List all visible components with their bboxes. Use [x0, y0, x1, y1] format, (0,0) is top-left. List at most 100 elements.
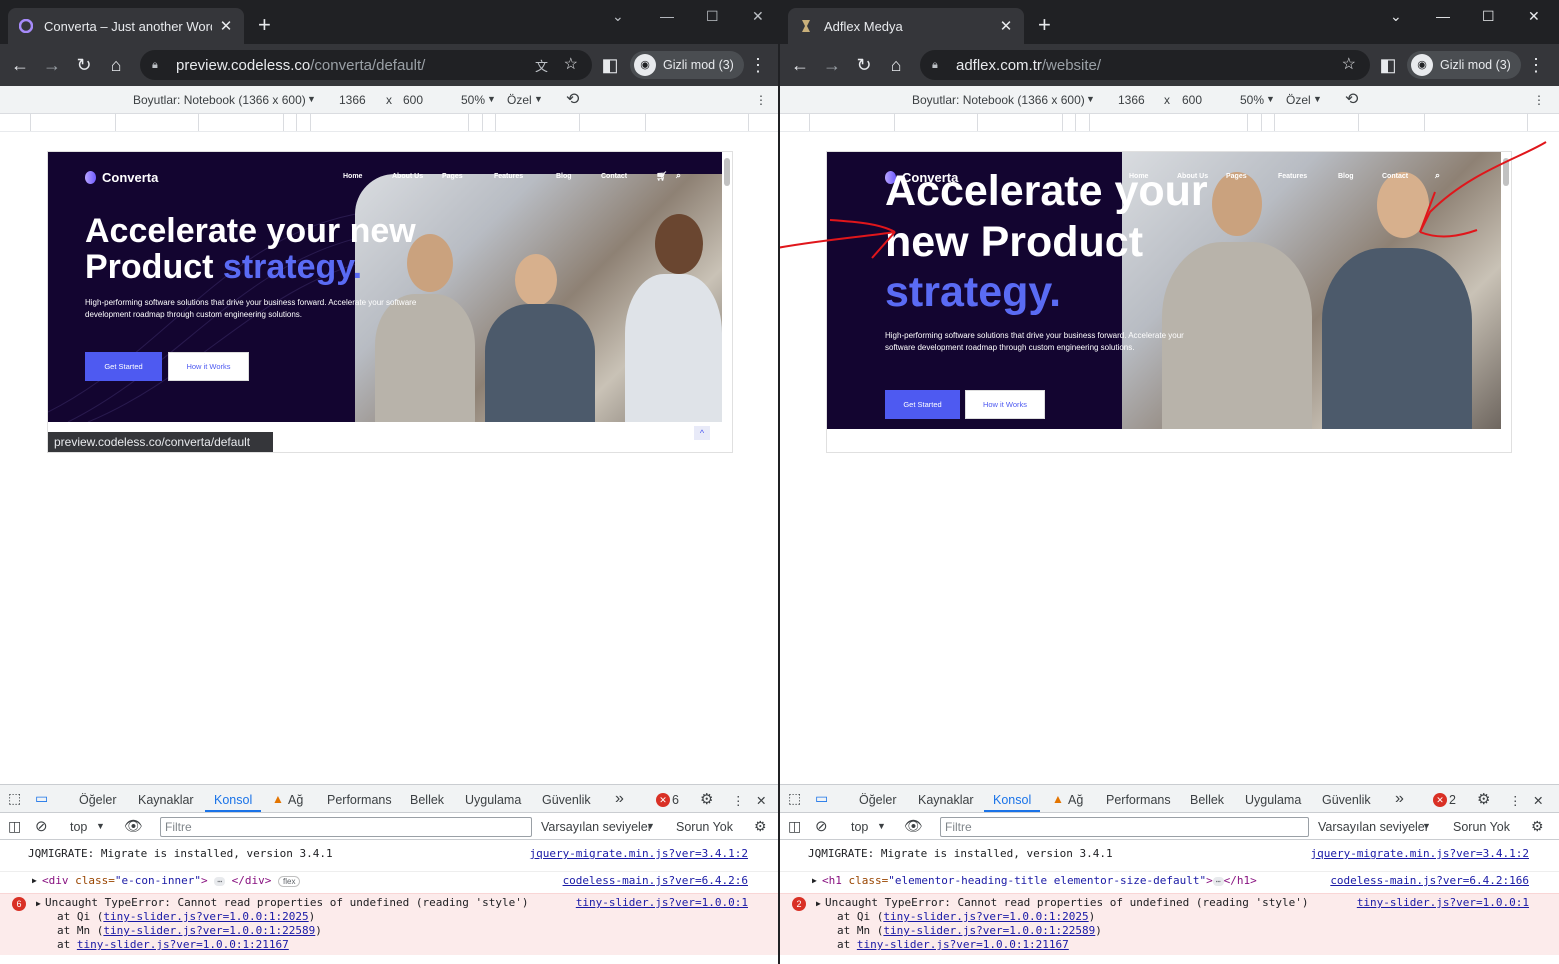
tab-security[interactable]: Güvenlik — [1322, 793, 1371, 807]
expand-triangle-icon[interactable]: ▶ — [812, 876, 817, 885]
close-devtools-icon[interactable]: ✕ — [756, 793, 766, 808]
translate-icon[interactable]: 文 — [535, 56, 548, 75]
search-icon[interactable]: ⌕ — [1435, 170, 1440, 181]
tab-console[interactable]: Konsol — [993, 793, 1031, 807]
get-started-button[interactable]: Get Started — [85, 352, 162, 381]
height-input[interactable]: 600 — [403, 93, 423, 107]
how-it-works-button[interactable]: How it Works — [168, 352, 249, 381]
throttle-select[interactable]: Özel — [507, 93, 532, 107]
forward-icon[interactable]: → — [820, 53, 844, 77]
close-devtools-icon[interactable]: ✕ — [1533, 793, 1543, 808]
height-input[interactable]: 600 — [1182, 93, 1202, 107]
live-expression-eye-icon[interactable]: 👁︎ — [124, 817, 143, 835]
device-more-icon[interactable]: ⋮ — [755, 93, 767, 107]
stack-link[interactable]: tiny-slider.js?ver=1.0.0:1:21167 — [857, 938, 1069, 951]
get-started-button[interactable]: Get Started — [885, 390, 960, 419]
flex-badge[interactable]: flex — [278, 876, 301, 887]
close-window-icon[interactable]: ✕ — [1528, 8, 1540, 25]
expand-triangle-icon[interactable]: ▶ — [36, 899, 41, 908]
tab-console[interactable]: Konsol — [214, 793, 252, 807]
tab-application[interactable]: Uygulama — [465, 793, 521, 807]
inspect-element-icon[interactable]: ⬚ — [788, 790, 801, 807]
menu-dots-icon[interactable]: ⋮ — [746, 53, 770, 77]
zoom-select[interactable]: 50% — [1240, 93, 1264, 107]
new-tab-icon[interactable]: + — [258, 12, 271, 38]
reload-icon[interactable]: ↻ — [72, 53, 96, 77]
tab-network[interactable]: Ağ — [1068, 793, 1083, 807]
side-panel-icon[interactable]: ◧ — [1376, 53, 1400, 77]
stack-link[interactable]: tiny-slider.js?ver=1.0.0:1:2025 — [883, 910, 1088, 923]
side-panel-icon[interactable]: ◧ — [598, 53, 622, 77]
back-icon[interactable]: ← — [788, 53, 812, 77]
incognito-profile-button[interactable]: ◉ Gizli mod (3) — [630, 51, 744, 79]
live-expression-eye-icon[interactable]: 👁︎ — [904, 817, 923, 835]
minimize-icon[interactable]: — — [660, 8, 674, 24]
address-bar[interactable]: 🔒︎ preview.codeless.co/converta/default/… — [140, 50, 592, 80]
browser-tab[interactable]: Adflex Medya ✕ — [788, 8, 1024, 44]
how-it-works-button[interactable]: How it Works — [965, 390, 1045, 419]
width-input[interactable]: 1366 — [339, 93, 366, 107]
tab-performance[interactable]: Performans — [327, 793, 392, 807]
source-link[interactable]: jquery-migrate.min.js?ver=3.4.1:2 — [529, 847, 748, 860]
nav-features[interactable]: Features — [494, 173, 523, 180]
issues-status[interactable]: Sorun Yok — [1453, 820, 1510, 834]
incognito-profile-button[interactable]: ◉ Gizli mod (3) — [1407, 51, 1521, 79]
expand-triangle-icon[interactable]: ▶ — [32, 876, 37, 885]
nav-about[interactable]: About Us — [392, 173, 423, 180]
error-count[interactable]: 6 — [672, 793, 679, 807]
forward-icon[interactable]: → — [40, 53, 64, 77]
ellipsis-badge[interactable]: ⋯ — [214, 877, 226, 886]
stack-link[interactable]: tiny-slider.js?ver=1.0.0:1:22589 — [103, 924, 315, 937]
tab-search-icon[interactable]: ⌄ — [1390, 8, 1402, 25]
device-dimensions-select[interactable]: Boyutlar: Notebook (1366 x 600) — [912, 93, 1085, 107]
source-link[interactable]: tiny-slider.js?ver=1.0.0:1 — [1357, 896, 1529, 909]
tab-elements[interactable]: Öğeler — [859, 793, 897, 807]
width-input[interactable]: 1366 — [1118, 93, 1145, 107]
nav-contact[interactable]: Contact — [1382, 173, 1408, 180]
nav-pages[interactable]: Pages — [442, 173, 463, 180]
throttle-select[interactable]: Özel — [1286, 93, 1311, 107]
sidebar-toggle-icon[interactable]: ◫ — [8, 818, 21, 835]
console-settings-icon[interactable]: ⚙ — [754, 818, 767, 835]
address-bar[interactable]: 🔒︎ adflex.com.tr/website/ ☆ — [920, 50, 1370, 80]
nav-blog[interactable]: Blog — [1338, 173, 1354, 180]
clear-console-icon[interactable]: ⊘ — [35, 817, 48, 835]
settings-gear-icon[interactable]: ⚙ — [700, 790, 713, 808]
rotate-icon[interactable]: ⟲ — [566, 89, 579, 109]
maximize-icon[interactable]: ☐ — [706, 8, 719, 25]
page-scrollbar[interactable] — [724, 158, 730, 186]
site-logo[interactable]: Converta — [85, 170, 158, 185]
device-dimensions-select[interactable]: Boyutlar: Notebook (1366 x 600) — [133, 93, 306, 107]
source-link[interactable]: jquery-migrate.min.js?ver=3.4.1:2 — [1310, 847, 1529, 860]
new-tab-icon[interactable]: + — [1038, 12, 1051, 38]
bookmark-star-icon[interactable]: ☆ — [1342, 54, 1356, 74]
nav-pages[interactable]: Pages — [1226, 173, 1247, 180]
maximize-icon[interactable]: ☐ — [1482, 8, 1495, 25]
nav-home[interactable]: Home — [343, 173, 362, 180]
page-scrollbar[interactable] — [1503, 158, 1509, 186]
more-tabs-icon[interactable]: » — [615, 790, 624, 808]
clear-console-icon[interactable]: ⊘ — [815, 817, 828, 835]
cart-icon[interactable]: 🛒︎ — [656, 171, 667, 182]
source-link[interactable]: codeless-main.js?ver=6.4.2:6 — [563, 874, 748, 887]
source-link[interactable]: codeless-main.js?ver=6.4.2:166 — [1330, 874, 1529, 887]
tab-network[interactable]: Ağ — [288, 793, 303, 807]
context-select[interactable]: top — [70, 820, 87, 834]
minimize-icon[interactable]: — — [1436, 8, 1450, 24]
reload-icon[interactable]: ↻ — [852, 53, 876, 77]
error-count[interactable]: 2 — [1449, 793, 1456, 807]
rotate-icon[interactable]: ⟲ — [1345, 89, 1358, 109]
scroll-to-top-icon[interactable]: ^ — [694, 426, 710, 440]
more-tabs-icon[interactable]: » — [1395, 790, 1404, 808]
close-window-icon[interactable]: ✕ — [752, 8, 764, 25]
log-levels-select[interactable]: Varsayılan seviyeler — [1318, 820, 1429, 834]
zoom-select[interactable]: 50% — [461, 93, 485, 107]
console-filter-input[interactable]: Filtre — [160, 817, 532, 837]
stack-link[interactable]: tiny-slider.js?ver=1.0.0:1:2025 — [103, 910, 308, 923]
tab-sources[interactable]: Kaynaklar — [138, 793, 194, 807]
source-link[interactable]: tiny-slider.js?ver=1.0.0:1 — [576, 896, 748, 909]
stack-link[interactable]: tiny-slider.js?ver=1.0.0:1:21167 — [77, 938, 289, 951]
nav-features[interactable]: Features — [1278, 173, 1307, 180]
home-icon[interactable]: ⌂ — [104, 53, 128, 77]
devtools-more-icon[interactable]: ⋮ — [732, 793, 745, 808]
